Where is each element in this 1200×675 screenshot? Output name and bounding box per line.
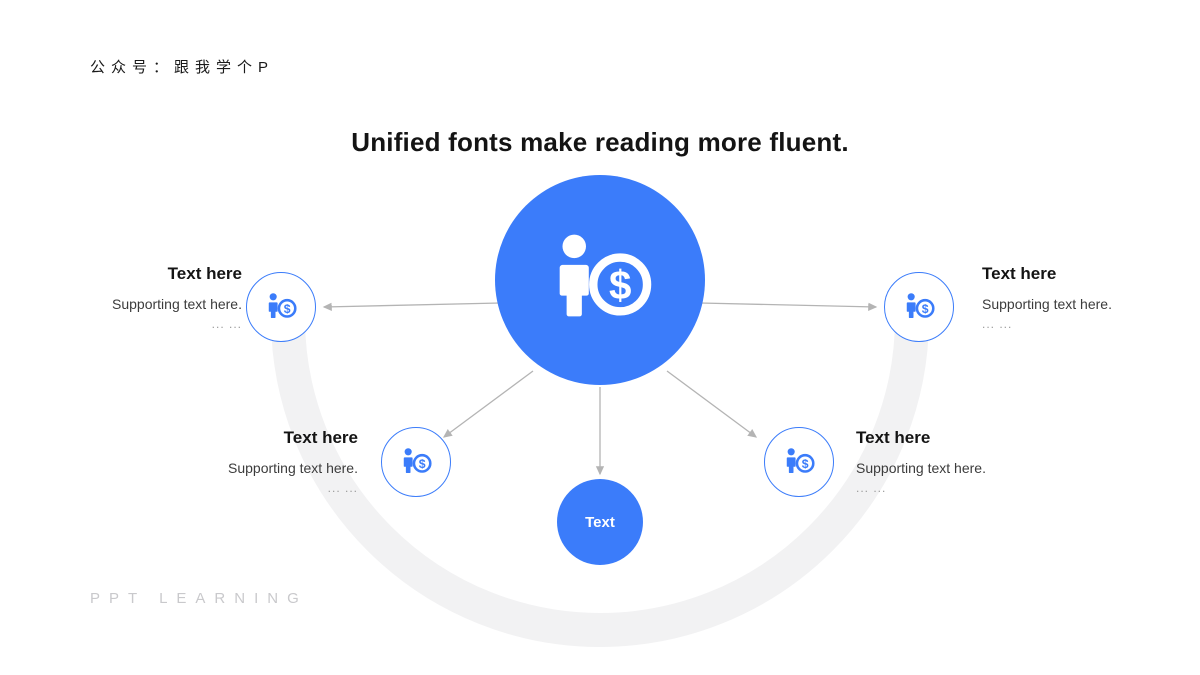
node-2-heading: Text here [982, 264, 1057, 283]
svg-text:$: $ [419, 457, 426, 471]
connector-to-node-1 [322, 302, 501, 311]
satellite-node-3[interactable]: $ [381, 427, 451, 497]
satellite-node-4[interactable]: $ [764, 427, 834, 497]
bottom-node[interactable]: Text [557, 479, 643, 565]
node-4-text-block: Text here Supporting text here. ... ... [856, 427, 1086, 495]
connector-to-node-4 [666, 370, 758, 438]
node-3-text-block: Text here Supporting text here. ... ... [128, 427, 358, 495]
watermark-bottom: PPT LEARNING [90, 590, 308, 607]
svg-text:$: $ [609, 262, 631, 308]
node-1-dots: ... ... [211, 317, 242, 332]
node-4-heading: Text here [856, 428, 931, 447]
node-1-heading: Text here [167, 264, 242, 283]
node-3-supporting-text: Supporting text here. [228, 459, 358, 476]
center-hub-node[interactable]: $ [495, 175, 705, 385]
node-1-text-block: Text here Supporting text here. ... ... [12, 263, 242, 331]
connector-to-node-2 [699, 302, 878, 311]
person-with-dollar-coin-icon: $ [559, 234, 652, 317]
person-with-dollar-coin-icon: $ [403, 448, 432, 474]
node-2-supporting-text: Supporting text here. [982, 295, 1112, 312]
satellite-node-2[interactable]: $ [884, 272, 954, 342]
node-3-heading: Text here [283, 428, 358, 447]
person-with-dollar-coin-icon: $ [906, 293, 935, 319]
node-4-supporting-text: Supporting text here. [856, 459, 986, 476]
node-3-dots: ... ... [327, 481, 358, 496]
node-2-dots: ... ... [982, 317, 1013, 332]
bottom-node-label: Text [585, 513, 615, 531]
svg-text:$: $ [922, 302, 929, 316]
node-4-dots: ... ... [856, 481, 887, 496]
node-2-text-block: Text here Supporting text here. ... ... [982, 263, 1200, 331]
person-with-dollar-coin-icon: $ [786, 448, 815, 474]
svg-text:$: $ [802, 457, 809, 471]
connector-to-node-3 [442, 370, 534, 438]
svg-text:$: $ [284, 302, 291, 316]
satellite-node-1[interactable]: $ [246, 272, 316, 342]
node-1-supporting-text: Supporting text here. [112, 295, 242, 312]
person-with-dollar-coin-icon: $ [268, 293, 297, 319]
hub-and-spoke-diagram: $ $ $ $ $ Text Text here Supporting text… [0, 0, 1200, 675]
